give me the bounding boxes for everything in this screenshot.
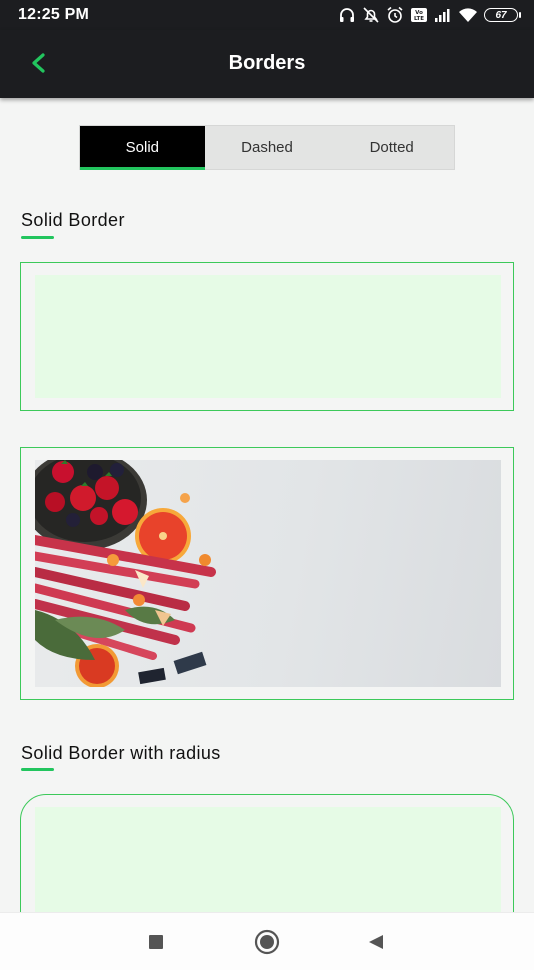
headphones-icon xyxy=(338,6,356,24)
tab-solid[interactable]: Solid xyxy=(80,126,205,170)
volte-icon: Vo LTE xyxy=(410,7,428,23)
app-bar: Borders xyxy=(0,30,534,98)
recent-apps-button[interactable] xyxy=(141,929,171,959)
home-icon xyxy=(254,929,280,960)
section-underline xyxy=(21,236,54,239)
status-bar: 12:25 PM Vo LTE 67 xyxy=(0,0,534,30)
solid-border-image-box xyxy=(20,447,514,700)
back-triangle-icon xyxy=(367,933,385,956)
section-title-solid-border-radius: Solid Border with radius xyxy=(21,743,221,763)
status-time: 12:25 PM xyxy=(18,6,89,23)
wifi-icon xyxy=(458,7,478,23)
section-title-solid-border: Solid Border xyxy=(21,210,125,230)
battery-icon: 67 xyxy=(484,8,521,22)
solid-border-fill xyxy=(35,275,501,398)
home-button[interactable] xyxy=(252,929,282,959)
status-icons: Vo LTE 67 xyxy=(338,5,521,25)
back-nav-button[interactable] xyxy=(361,929,391,959)
border-style-tabs: Solid Dashed Dotted xyxy=(79,125,455,170)
page-title: Borders xyxy=(228,52,306,74)
tab-dashed[interactable]: Dashed xyxy=(205,126,330,169)
alarm-icon xyxy=(386,6,404,24)
recent-apps-icon xyxy=(148,934,164,955)
section-underline xyxy=(21,768,54,771)
solid-border-box xyxy=(20,262,514,411)
fruit-image xyxy=(35,460,501,687)
signal-icon xyxy=(434,7,452,23)
svg-text:LTE: LTE xyxy=(414,16,424,22)
tab-dotted[interactable]: Dotted xyxy=(329,126,454,169)
bell-off-icon xyxy=(362,6,380,24)
system-nav-bar xyxy=(0,912,534,970)
